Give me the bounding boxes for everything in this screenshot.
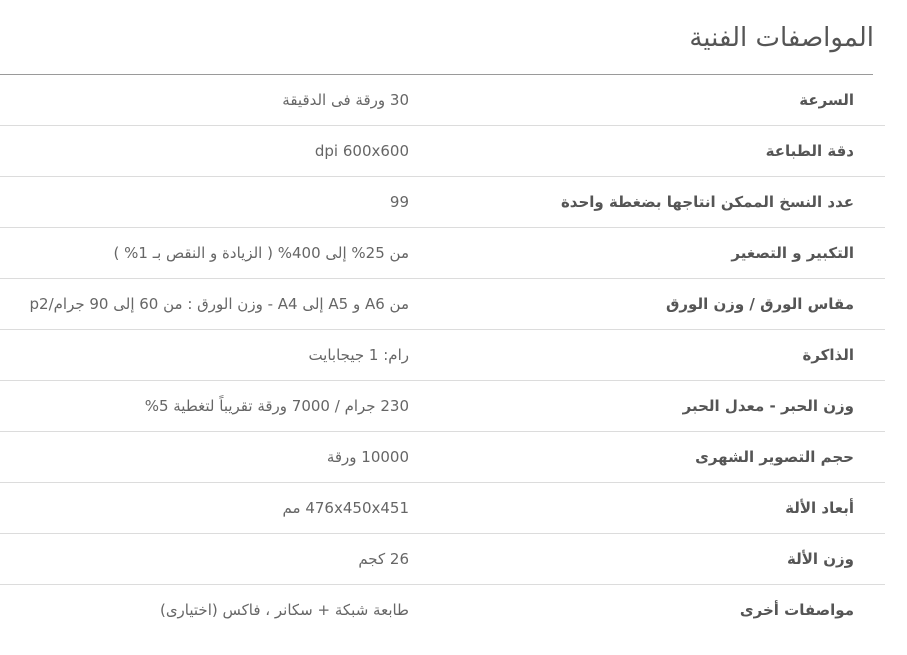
- spec-value: 230 جرام / 7000 ورقة تقريباً لتغطية 5%: [144, 397, 409, 415]
- spec-row-monthly-volume: حجم التصوير الشهرى 10000 ورقة: [0, 432, 885, 483]
- spec-row-speed: السرعة 30 ورقة فى الدقيقة: [0, 75, 885, 126]
- spec-label: مواصفات أخرى: [739, 601, 854, 619]
- spec-label: عدد النسخ الممكن انتاجها بضغطة واحدة: [560, 193, 854, 211]
- spec-label: السرعة: [799, 91, 854, 109]
- spec-row-print-resolution: دقة الطباعة dpi 600x600: [0, 126, 885, 177]
- spec-row-paper-size: مقاس الورق / وزن الورق من A6 و A5 إلى A4…: [0, 279, 885, 330]
- spec-row-dimensions: أبعاد الألة 476x450x451 مم: [0, 483, 885, 534]
- page-title: المواصفات الفنية: [689, 23, 874, 53]
- spec-row-weight: وزن الألة 26 كجم: [0, 534, 885, 585]
- spec-row-copies: عدد النسخ الممكن انتاجها بضغطة واحدة 99: [0, 177, 885, 228]
- spec-label: أبعاد الألة: [785, 499, 854, 517]
- spec-label: الذاكرة: [802, 346, 855, 364]
- spec-row-memory: الذاكرة رام: 1 جيجابايت: [0, 330, 885, 381]
- spec-value: 26 كجم: [358, 550, 409, 568]
- spec-row-other: مواصفات أخرى طابعة شبكة + سكانر ، فاكس (…: [0, 585, 885, 635]
- spec-row-zoom: التكبير و التصغير من 25% إلى 400% ( الزي…: [0, 228, 885, 279]
- spec-value: من 25% إلى 400% ( الزيادة و النقص بـ 1% …: [113, 244, 409, 262]
- spec-value: طابعة شبكة + سكانر ، فاكس (اختيارى): [159, 601, 409, 619]
- spec-value: 30 ورقة فى الدقيقة: [282, 91, 409, 109]
- spec-label: وزن الألة: [786, 550, 854, 568]
- spec-value: 10000 ورقة: [326, 448, 409, 466]
- spec-value: من A6 و A5 إلى A4 - وزن الورق : من 60 إل…: [29, 295, 409, 313]
- spec-row-toner: وزن الحبر - معدل الحبر 230 جرام / 7000 و…: [0, 381, 885, 432]
- specifications-page: المواصفات الفنية السرعة 30 ورقة فى الدقي…: [0, 0, 907, 655]
- spec-label: وزن الحبر - معدل الحبر: [682, 397, 854, 415]
- spec-value: رام: 1 جيجابايت: [308, 346, 409, 364]
- spec-label: مقاس الورق / وزن الورق: [666, 295, 854, 313]
- specs-table: السرعة 30 ورقة فى الدقيقة دقة الطباعة dp…: [0, 75, 885, 635]
- spec-value: 99: [389, 193, 409, 211]
- spec-value: dpi 600x600: [314, 142, 409, 160]
- spec-label: دقة الطباعة: [765, 142, 854, 160]
- spec-label: التكبير و التصغير: [731, 244, 854, 262]
- spec-value: 476x450x451 مم: [282, 499, 409, 517]
- spec-label: حجم التصوير الشهرى: [695, 448, 854, 466]
